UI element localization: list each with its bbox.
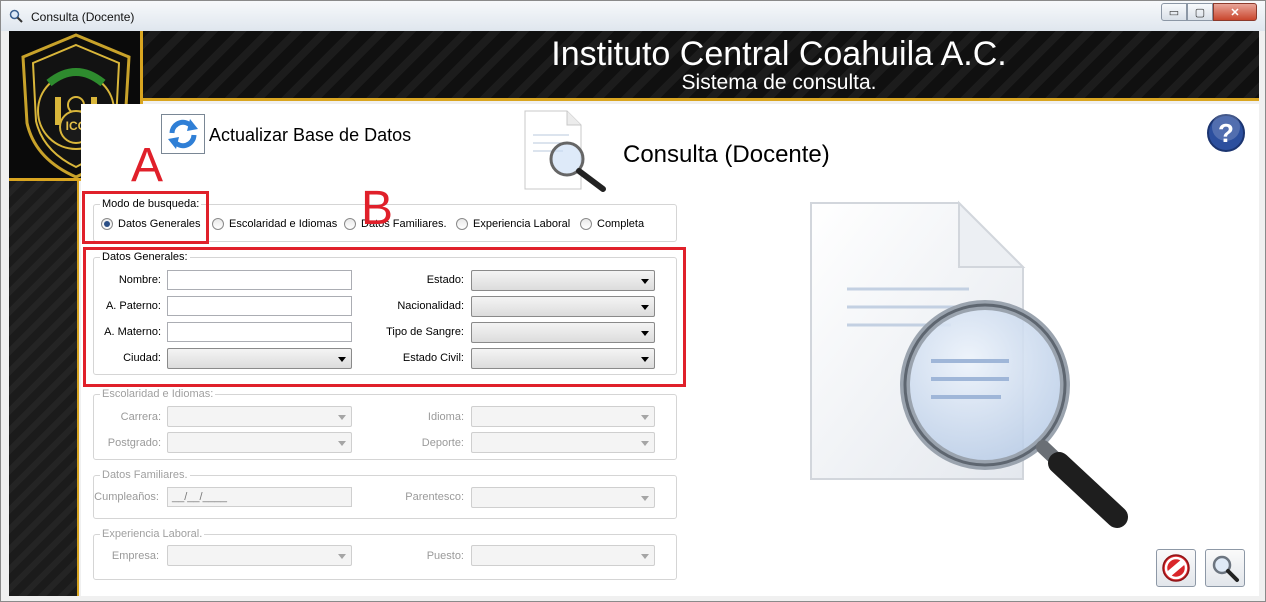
refresh-icon xyxy=(168,119,198,149)
postgrado-label: Postgrado: xyxy=(107,437,161,449)
update-database-label: Actualizar Base de Datos xyxy=(209,125,412,145)
minimize-button[interactable]: ▭ xyxy=(1161,3,1187,21)
institution-title: Instituto Central Coahuila A.C. xyxy=(551,35,1007,73)
puesto-select[interactable] xyxy=(471,545,655,566)
radio-button[interactable] xyxy=(344,218,356,230)
document-search-icon xyxy=(524,110,606,192)
carrera-select[interactable] xyxy=(167,406,352,427)
carrera-label: Carrera: xyxy=(120,411,161,423)
empresa-label: Empresa: xyxy=(111,550,159,562)
radio-escolaridad[interactable]: Escolaridad e Idiomas xyxy=(212,218,337,230)
experiencia-legend: Experiencia Laboral. xyxy=(100,528,205,540)
cumpleanos-input[interactable]: __/__/____ xyxy=(167,487,352,507)
idioma-select[interactable] xyxy=(471,406,655,427)
update-database-button[interactable] xyxy=(161,114,205,154)
radio-label: Completa xyxy=(597,218,645,230)
close-button[interactable]: ✕ xyxy=(1213,3,1257,21)
radio-familiares[interactable]: Datos Familiares. xyxy=(344,218,447,230)
search-button[interactable] xyxy=(1205,549,1245,587)
system-subtitle: Sistema de consulta. xyxy=(681,71,877,94)
postgrado-select[interactable] xyxy=(167,432,352,453)
radio-label: Experiencia Laboral xyxy=(473,218,571,230)
title-bar[interactable]: Consulta (Docente) ▭ ▢ ✕ xyxy=(1,1,1265,31)
cumpleanos-label: Cumpleaños: xyxy=(94,491,159,503)
window-controls: ▭ ▢ ✕ xyxy=(1161,3,1257,21)
annotation-letter-b: B xyxy=(361,182,394,235)
puesto-label: Puesto: xyxy=(426,550,464,562)
no-entry-icon xyxy=(1162,554,1190,582)
maximize-button[interactable]: ▢ xyxy=(1187,3,1213,21)
header-banner: Instituto Central Coahuila A.C. Sistema … xyxy=(9,31,1259,101)
familiares-legend: Datos Familiares. xyxy=(100,469,190,481)
cancel-button[interactable] xyxy=(1156,549,1196,587)
window-title: Consulta (Docente) xyxy=(31,10,135,24)
main-window: Consulta (Docente) ▭ ▢ ✕ Instituto Centr… xyxy=(0,0,1266,602)
deporte-select[interactable] xyxy=(471,432,655,453)
magnifier-app-icon xyxy=(9,9,23,23)
idioma-label: Idioma: xyxy=(427,411,464,423)
help-icon[interactable]: ? xyxy=(1205,113,1247,153)
annotation-box-a xyxy=(82,191,209,244)
radio-button[interactable] xyxy=(456,218,468,230)
annotation-box-b xyxy=(83,247,686,387)
radio-completa[interactable]: Completa xyxy=(580,218,644,230)
empresa-select[interactable] xyxy=(167,545,352,566)
svg-text:?: ? xyxy=(1218,118,1234,148)
radio-button[interactable] xyxy=(212,218,224,230)
annotation-letter-a: A xyxy=(131,139,164,192)
escolaridad-legend: Escolaridad e Idiomas: xyxy=(100,388,216,400)
search-icon xyxy=(1212,555,1239,582)
radio-experiencia[interactable]: Experiencia Laboral xyxy=(456,218,570,230)
parentesco-select[interactable] xyxy=(471,487,655,508)
radio-label: Escolaridad e Idiomas xyxy=(229,218,338,230)
parentesco-label: Parentesco: xyxy=(405,491,464,503)
page-title: Consulta (Docente) xyxy=(623,141,830,168)
deporte-label: Deporte: xyxy=(421,437,464,449)
radio-button[interactable] xyxy=(580,218,592,230)
document-magnifier-illustration xyxy=(810,200,1128,528)
